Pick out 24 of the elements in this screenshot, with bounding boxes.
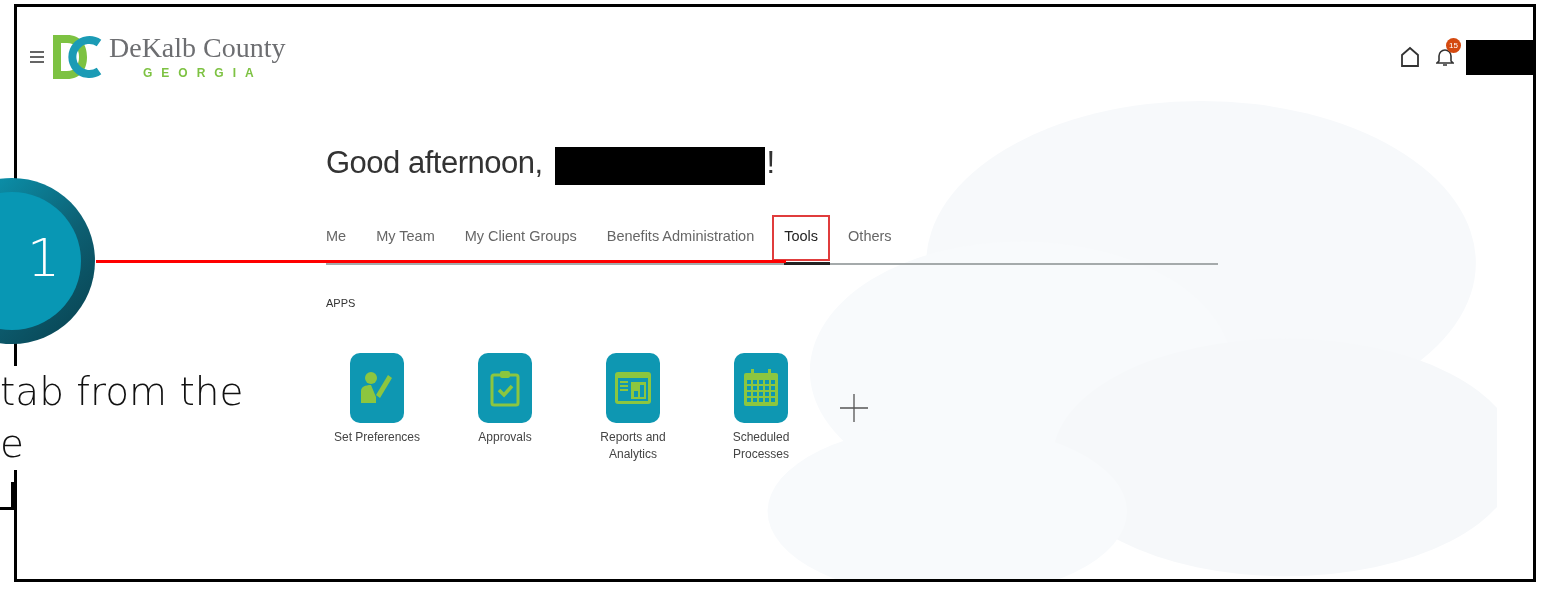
- clipboard-check-icon: [490, 369, 520, 407]
- app-tile[interactable]: Set Preferences: [313, 353, 441, 446]
- add-icon[interactable]: [839, 393, 869, 423]
- brand-name: DeKalb County: [109, 34, 286, 62]
- tab[interactable]: Others: [836, 215, 904, 265]
- greeting-exclamation: !: [766, 145, 775, 181]
- tab[interactable]: Tools: [772, 215, 831, 265]
- bell-icon[interactable]: [1436, 47, 1454, 67]
- section-heading: APPS: [326, 297, 357, 309]
- app-tile[interactable]: Approvals: [441, 353, 569, 446]
- tab[interactable]: Me: [326, 215, 359, 265]
- redaction-bar: [1466, 39, 1533, 75]
- calendar-icon: [743, 369, 779, 407]
- tab[interactable]: My Team: [364, 215, 447, 265]
- app-tile[interactable]: Reports and Analytics: [569, 353, 697, 463]
- home-icon[interactable]: [1400, 46, 1420, 68]
- report-chart-icon: [614, 371, 652, 405]
- notification-badge: 15: [1446, 38, 1461, 53]
- greeting-text: Good afternoon,: [326, 145, 543, 181]
- tab[interactable]: My Client Groups: [452, 215, 589, 265]
- tab[interactable]: Benefits Administration: [594, 215, 767, 265]
- menu-icon[interactable]: [29, 50, 45, 64]
- brand-subtitle: GEORGIA: [143, 66, 263, 80]
- app-tile[interactable]: Scheduled Processes: [697, 353, 825, 463]
